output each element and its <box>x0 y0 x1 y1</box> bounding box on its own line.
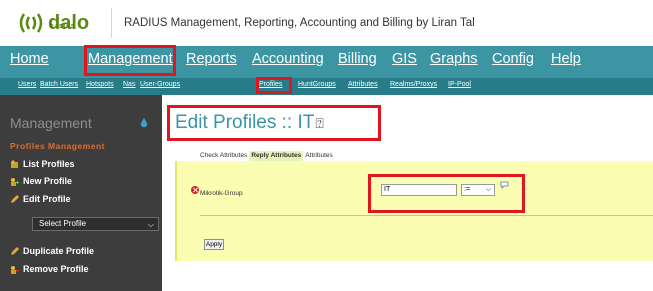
select-profile-value: Select Profile <box>39 219 87 228</box>
pencil-icon <box>11 194 19 203</box>
logo-waves-icon <box>19 13 43 33</box>
chevron-down-icon: ⌵ <box>147 220 154 229</box>
nav-graphs[interactable]: Graphs <box>430 51 478 67</box>
subnav-nas[interactable]: Nas <box>123 81 135 88</box>
nav-help[interactable]: Help <box>551 51 581 67</box>
app-title: RADIUS Management, Reporting, Accounting… <box>124 17 475 29</box>
sidebar-item-label: List Profiles <box>23 159 75 169</box>
apply-button[interactable]: Apply <box>204 239 224 250</box>
logo: dalo <box>16 9 89 37</box>
nav-reports[interactable]: Reports <box>186 51 237 67</box>
sidebar-item-label: Duplicate Profile <box>23 246 95 256</box>
sub-nav: Users Batch Users Hotspots Nas User-Grou… <box>0 78 653 95</box>
panel-divider <box>200 215 653 216</box>
nav-config[interactable]: Config <box>492 51 534 67</box>
app-root: dalo RADIUS RADIUS Management, Reporting… <box>0 0 653 291</box>
sidebar-section-title: Profiles Management <box>10 141 105 151</box>
highlight-attribute-value <box>368 174 525 213</box>
header: dalo RADIUS RADIUS Management, Reporting… <box>0 0 653 46</box>
sidebar-item-new-profile[interactable]: New Profile <box>10 176 72 186</box>
droplet-icon <box>140 118 148 128</box>
logo-subtitle: RADIUS <box>50 24 76 30</box>
highlight-page-title <box>167 105 381 141</box>
select-profile-dropdown[interactable]: Select Profile ⌵ <box>32 217 159 231</box>
sidebar-item-list-profiles[interactable]: List Profiles <box>10 159 75 169</box>
subnav-hotspots[interactable]: Hotspots <box>86 81 114 88</box>
highlight-profiles <box>256 77 292 94</box>
attribute-name: Mikrotik-Group <box>200 190 243 197</box>
nav-accounting[interactable]: Accounting <box>252 51 324 67</box>
remove-attribute-icon[interactable] <box>191 186 199 194</box>
nav-home[interactable]: Home <box>10 51 49 67</box>
subnav-ip-pool[interactable]: IP-Pool <box>448 81 471 88</box>
logo-wordmark: dalo <box>48 12 90 34</box>
duplicate-icon <box>11 246 19 255</box>
remove-profile-icon <box>11 265 19 274</box>
subnav-batch-users[interactable]: Batch Users <box>40 81 78 88</box>
sidebar-title: Management <box>10 115 92 131</box>
subnav-huntgroups[interactable]: HuntGroups <box>298 81 336 88</box>
subnav-attributes[interactable]: Attributes <box>348 81 378 88</box>
subnav-user-groups[interactable]: User-Groups <box>140 81 180 88</box>
sidebar-item-label: Edit Profile <box>23 194 71 204</box>
nav-billing[interactable]: Billing <box>338 51 377 67</box>
subnav-users[interactable]: Users <box>18 81 36 88</box>
sidebar-item-remove-profile[interactable]: Remove Profile <box>10 264 89 274</box>
sidebar-item-duplicate-profile[interactable]: Duplicate Profile <box>10 246 94 256</box>
list-icon <box>11 159 18 168</box>
sidebar-item-label: Remove Profile <box>23 264 89 274</box>
sidebar-item-label: New Profile <box>23 176 73 186</box>
sidebar: Management Profiles Management List Prof… <box>0 95 162 291</box>
nav-gis[interactable]: GIS <box>392 51 417 67</box>
highlight-management <box>84 45 176 76</box>
header-divider <box>111 8 112 38</box>
subnav-realms-proxys[interactable]: Realms/Proxys <box>390 81 437 88</box>
sidebar-item-edit-profile[interactable]: Edit Profile <box>10 194 71 204</box>
new-profile-icon <box>11 177 19 186</box>
